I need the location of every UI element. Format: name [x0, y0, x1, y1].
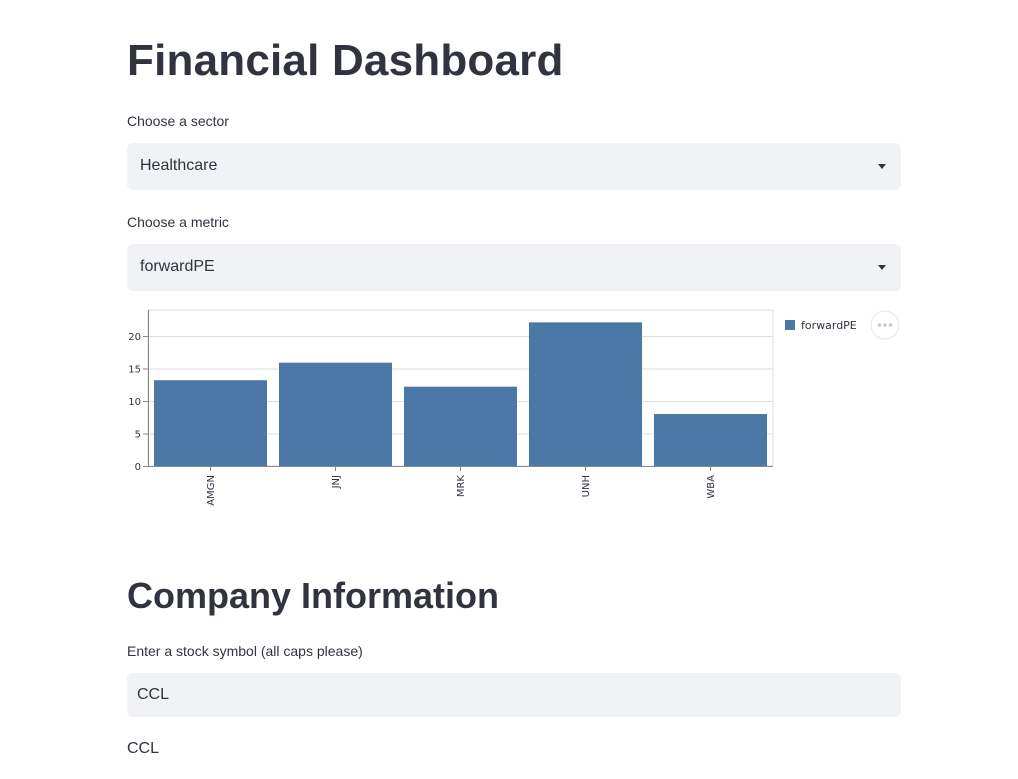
x-tick-label: WBA — [706, 475, 717, 499]
company-info-title: Company Information — [127, 575, 500, 616]
x-tick-label: AMGN — [206, 475, 217, 506]
page-title: Financial Dashboard — [127, 36, 564, 85]
metric-select-label: Choose a metric — [127, 214, 229, 230]
bar-chart-svg: 0 5 10 15 20 AMGN JNJ MRK UNH WBA forwardPE — [128, 309, 900, 506]
bar-unh — [529, 322, 642, 466]
stock-symbol-input[interactable] — [127, 673, 901, 717]
more-icon[interactable] — [877, 323, 893, 327]
chevron-down-icon[interactable] — [878, 265, 886, 270]
y-tick-label: 5 — [135, 430, 141, 441]
sector-select[interactable]: Healthcare — [127, 143, 901, 190]
chart-legend: forwardPE — [785, 319, 857, 332]
y-tick-label: 10 — [128, 397, 141, 408]
bar-jnj — [279, 362, 392, 466]
stock-symbol-label: Enter a stock symbol (all caps please) — [127, 643, 363, 659]
chart-bars — [154, 322, 767, 466]
y-tick-label: 20 — [128, 332, 141, 343]
x-tick-label: MRK — [456, 475, 467, 498]
x-tick-label: JNJ — [331, 475, 342, 489]
stock-symbol-output: CCL — [127, 740, 160, 757]
y-tick-label: 0 — [135, 462, 141, 473]
chart-menu-button[interactable] — [870, 310, 900, 340]
bar-mrk — [404, 386, 517, 466]
sector-select-label: Choose a sector — [127, 113, 229, 129]
legend-label: forwardPE — [801, 319, 857, 332]
y-tick-label: 15 — [128, 365, 141, 376]
bar-chart: 0 5 10 15 20 AMGN JNJ MRK UNH WBA forwardPE — [127, 305, 901, 520]
bar-wba — [654, 414, 767, 466]
bar-amgn — [154, 380, 267, 466]
chevron-down-icon[interactable] — [878, 164, 886, 169]
x-tick-label: UNH — [581, 475, 592, 497]
metric-select-value: forwardPE — [140, 258, 215, 275]
metric-select[interactable]: forwardPE — [127, 244, 901, 291]
legend-swatch — [785, 320, 795, 330]
sector-select-value: Healthcare — [140, 157, 218, 174]
